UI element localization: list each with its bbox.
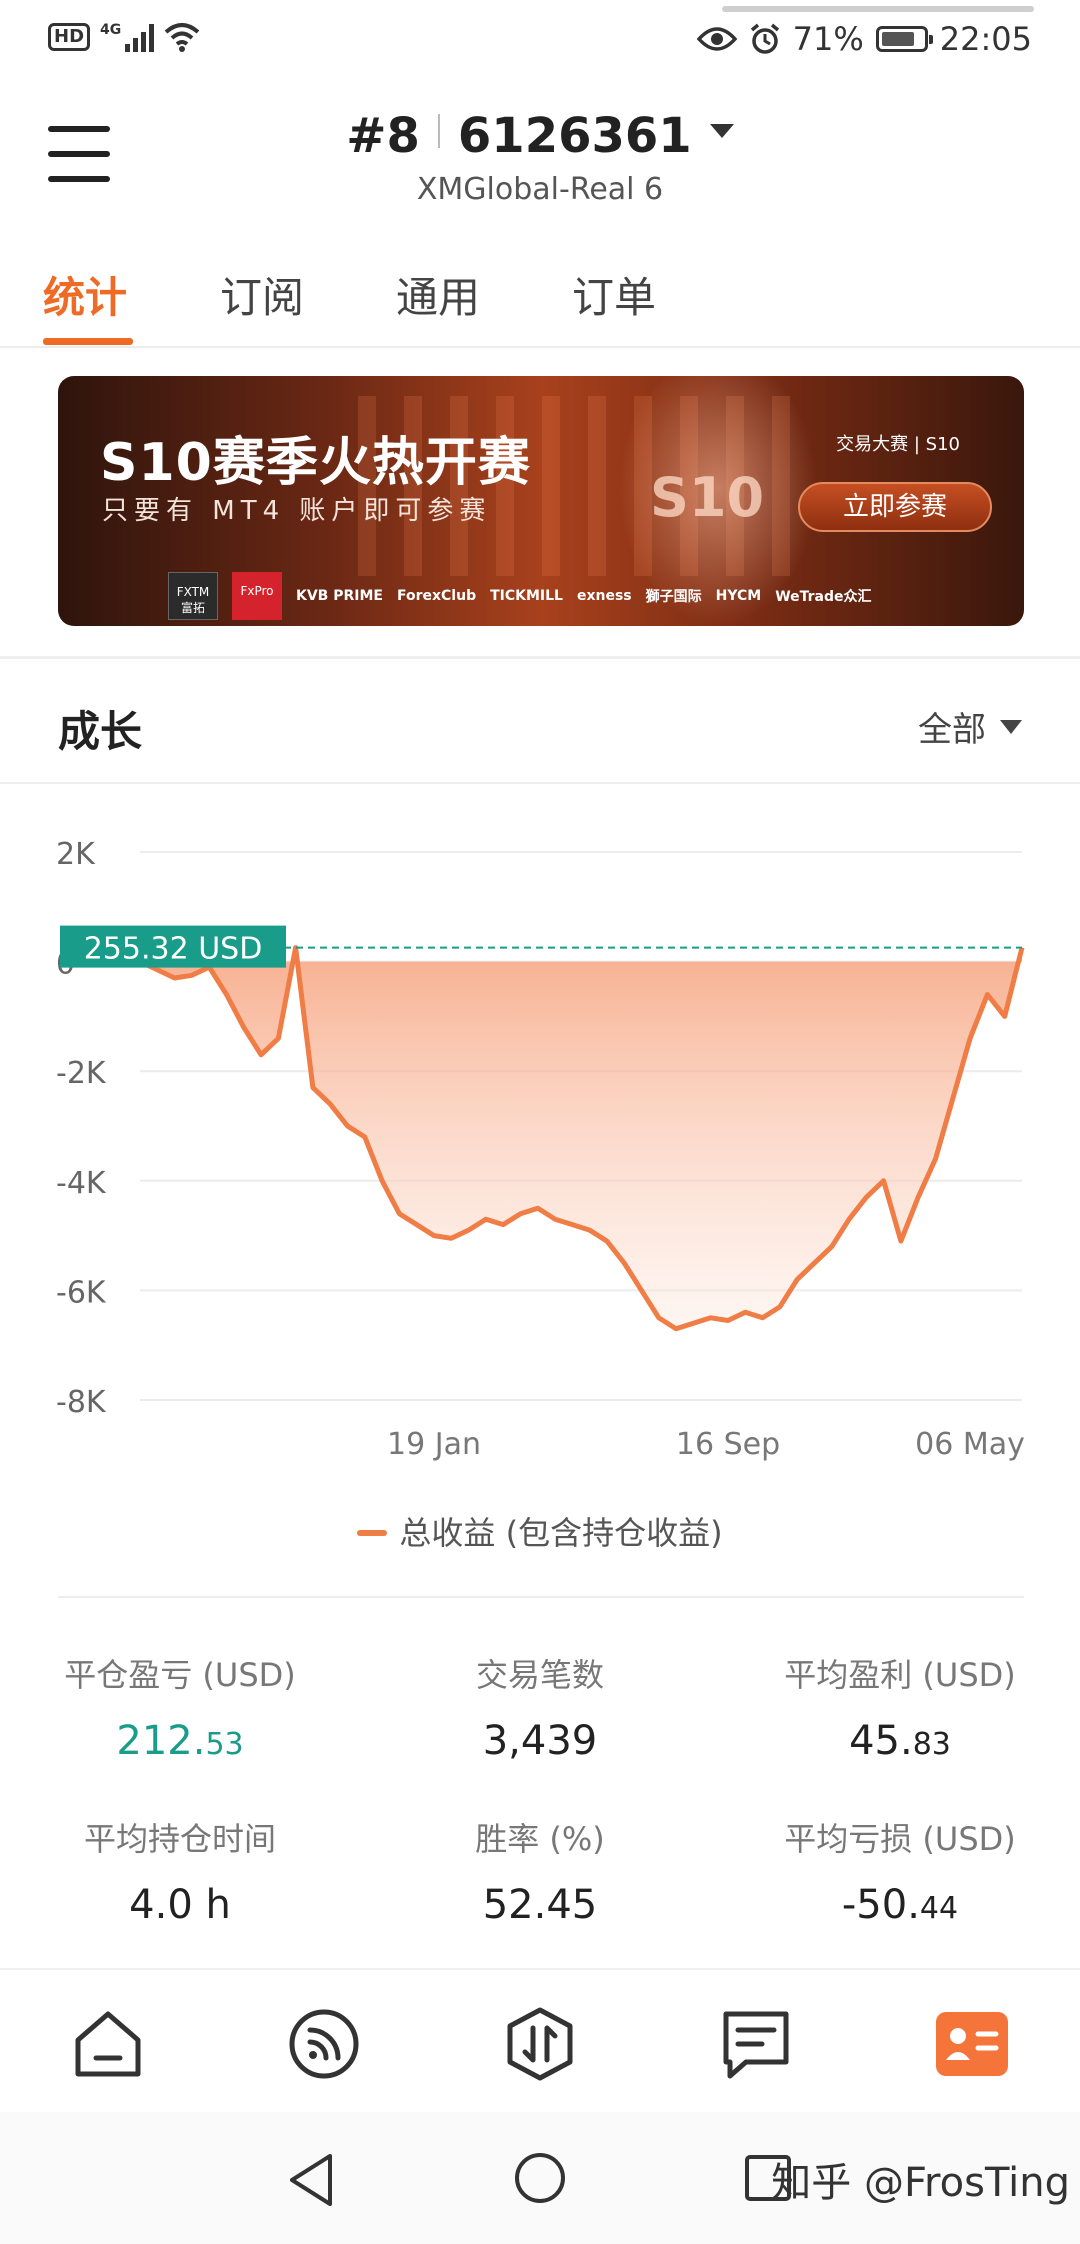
x-tick-label: 16 Sep [676,1427,780,1462]
y-tick-label: -8K [56,1385,107,1420]
growth-chart[interactable]: 2K0-2K-4K-6K-8K19 Jan16 Sep06 May255.32 … [0,800,1080,1480]
filter-value: 全部 [918,710,986,750]
stat-label: 平均亏损 (USD) [784,1820,1016,1858]
signal-feed-icon[interactable] [286,2006,362,2082]
trade-icon[interactable] [502,2006,578,2082]
banner-subtitle: 只要有 MT4 账户即可参赛 [102,496,492,526]
clock: 22:05 [939,20,1032,58]
join-button[interactable]: 立即参赛 [798,482,992,532]
section-divider [0,782,1080,784]
profile-card-icon[interactable] [934,2006,1010,2082]
stat-item: 交易笔数 3,439 [360,1650,720,1764]
chevron-down-icon [709,124,734,138]
watermark: 知乎 @FrosTing [771,2160,1070,2206]
stat-value: -50.44 [841,1882,959,1928]
rank-label: #8 [346,108,420,164]
growth-filter-dropdown[interactable]: 全部 [918,702,1022,751]
stat-label: 胜率 (%) [475,1820,605,1858]
wetrade-logo: WeTrade众汇 [775,589,872,605]
back-icon[interactable] [286,2152,336,2208]
stat-item: 平均持仓时间 4.0 h [0,1814,360,1928]
stat-item: 平仓盈亏 (USD) 212.53 [0,1650,360,1764]
fxpro-logo: FxPro [232,572,282,620]
stat-label: 平仓盈亏 (USD) [64,1656,296,1694]
stats-divider [58,1596,1024,1598]
tickmill-logo: TICKMILL [490,588,563,604]
signal-icon [125,22,155,52]
growth-title: 成长 [58,707,143,756]
stat-label: 交易笔数 [475,1656,604,1694]
forexclub-logo: ForexClub [396,588,477,604]
network-type: 4G [100,22,122,38]
status-bar: HD 4G 71% 22:05 [0,0,1080,86]
stat-value: 45.83 [849,1718,951,1764]
wifi-icon [164,23,200,52]
home-circle-icon[interactable] [514,2152,566,2204]
exness-logo: exness [576,588,632,604]
battery-percent: 71% [792,20,864,58]
stat-item: 平均盈利 (USD) 45.83 [720,1650,1080,1764]
chart-legend: 总收益 (包含持仓收益) [0,1508,1080,1554]
current-value-label: 255.32 USD [84,932,263,967]
stat-item: 平均亏损 (USD) -50.44 [720,1814,1080,1928]
y-tick-label: -2K [56,1056,107,1091]
hycm-logo: HYCM [715,588,762,604]
stat-value: 4.0 h [129,1882,231,1928]
server-name: XMGlobal-Real 6 [416,172,664,207]
chart-area-fill [140,947,1022,1329]
alarm-icon [750,23,779,54]
messages-icon[interactable] [718,2006,794,2082]
banner-tag: 交易大赛 | S10 [836,434,960,455]
account-selector[interactable]: #8 6126361 [0,108,1080,164]
tab-orders[interactable]: 订单 [572,264,656,325]
stat-label: 平均持仓时间 [83,1820,276,1858]
tab-general[interactable]: 通用 [396,264,480,325]
tab-statistics[interactable]: 统计 [43,264,127,325]
x-tick-label: 06 May [915,1427,1025,1462]
chevron-down-icon [1000,719,1022,734]
stat-value: 212.53 [116,1718,244,1764]
account-id: 6126361 [457,108,692,164]
eye-icon [696,27,737,51]
stat-value: 52.45 [482,1882,598,1928]
stat-item: 胜率 (%) 52.45 [360,1814,720,1928]
tab-subscribe[interactable]: 订阅 [220,264,304,325]
banner-season-graphic: S10 [650,466,765,529]
y-tick-label: -4K [56,1166,107,1201]
y-tick-label: -6K [56,1275,107,1310]
tab-bar: 统计 订阅 通用 订单 [0,256,1080,348]
stat-label: 平均盈利 (USD) [784,1656,1016,1694]
banner-title: S10赛季火热开赛 [100,433,531,493]
promo-banner[interactable]: S10赛季火热开赛 只要有 MT4 账户即可参赛 S10 交易大赛 | S10 … [58,376,1024,626]
stat-value: 3,439 [482,1718,598,1764]
legend-swatch [357,1530,388,1536]
bottom-nav [0,1968,1080,2112]
x-tick-label: 19 Jan [387,1427,481,1462]
section-divider [0,656,1080,659]
legend-label: 总收益 (包含持仓收益) [399,1514,723,1552]
broker-logos: FXTM 富拓 FxPro KVB PRIME ForexClub TICKMI… [168,572,872,620]
battery-icon [875,26,933,52]
lion-logo: 獅子国际 [645,589,702,605]
kvb-logo: KVB PRIME [296,588,383,604]
active-tab-indicator [43,338,133,345]
home-icon[interactable] [70,2006,146,2082]
fxtm-logo: FXTM 富拓 [168,572,218,620]
hd-badge: HD [48,23,91,51]
y-tick-label: 2K [56,837,96,872]
status-notch-bar [722,6,1034,12]
